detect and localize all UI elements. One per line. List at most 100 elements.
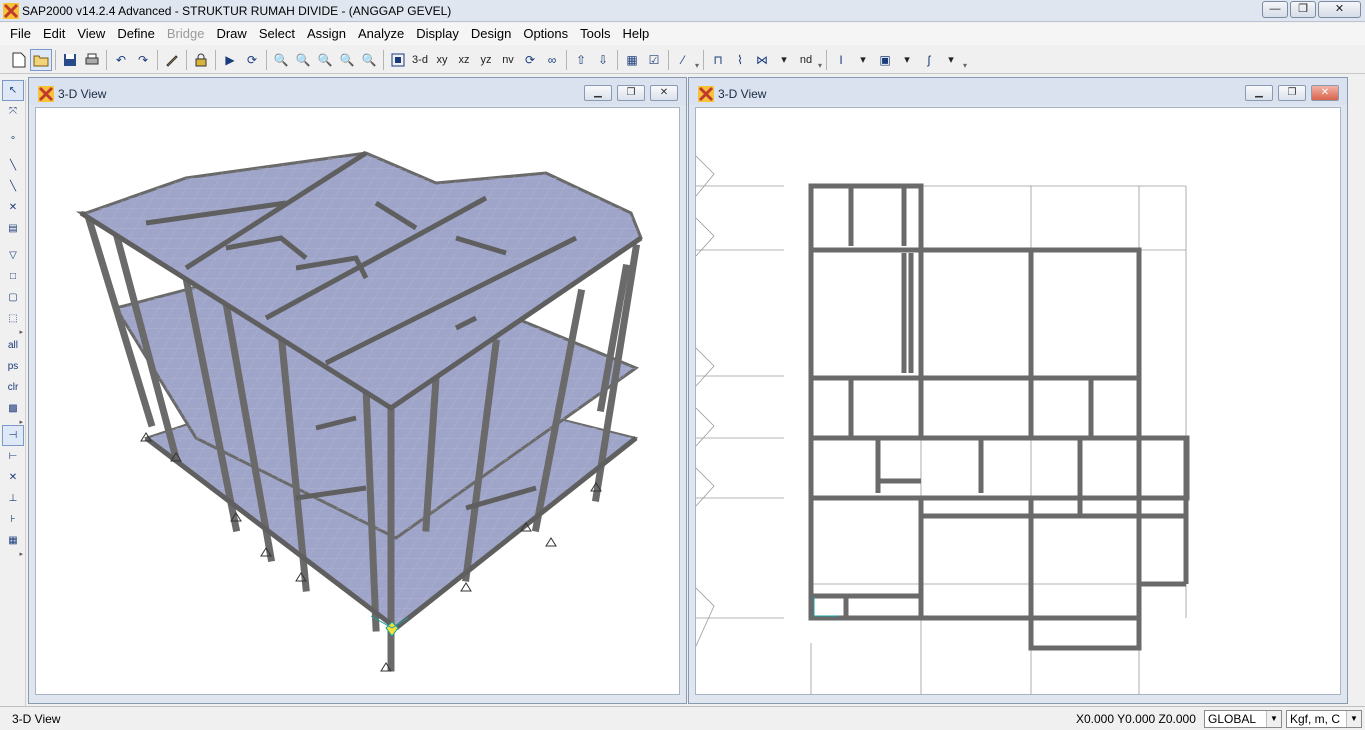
dropdown-arrow-icon[interactable]: ▾ (896, 49, 918, 71)
view-window-titlebar[interactable]: 3-D View ▁ ❐ ✕ (689, 78, 1347, 105)
check-model-icon[interactable]: ☑ (643, 49, 665, 71)
rotate-3d-icon[interactable]: ⟳ (241, 49, 263, 71)
menu-help[interactable]: Help (617, 24, 656, 44)
menu-select[interactable]: Select (253, 24, 301, 44)
dropdown-arrow-icon[interactable]: ▾ (773, 49, 795, 71)
view-window-titlebar[interactable]: 3-D View ▁ ❐ ✕ (29, 78, 686, 105)
snap-to-perpendicular-icon[interactable]: ⊥ (2, 488, 24, 509)
pencil-icon[interactable] (161, 49, 183, 71)
view-xy-button[interactable]: xy (431, 49, 453, 71)
rotate-view-icon[interactable]: ⟳ (519, 49, 541, 71)
run-analysis-icon[interactable]: ▶ (219, 49, 241, 71)
menu-options[interactable]: Options (517, 24, 574, 44)
draw-joint-icon[interactable]: ∘ (2, 128, 24, 149)
menu-assign[interactable]: Assign (301, 24, 352, 44)
zoom-previous-icon[interactable]: 🔍 (314, 49, 336, 71)
section-designer-icon[interactable]: I (830, 49, 852, 71)
toolbar-overflow-icon[interactable]: ▾ (694, 50, 700, 70)
snap-to-lines-icon[interactable]: ⊦ (2, 509, 24, 530)
toolbar-overflow-icon[interactable]: ▾ (962, 50, 968, 70)
pan-icon[interactable] (387, 49, 409, 71)
view-window-plan[interactable]: 3-D View ▁ ❐ ✕ (688, 77, 1348, 704)
undo-icon[interactable]: ↶ (110, 49, 132, 71)
quick-draw-area-icon[interactable]: ▢ (2, 287, 24, 308)
show-undeformed-icon[interactable]: ⁄ (672, 49, 694, 71)
quick-draw-secondary-beams-icon[interactable]: ▤ (2, 218, 24, 239)
menu-draw[interactable]: Draw (210, 24, 252, 44)
model-canvas-3d[interactable] (35, 107, 680, 695)
dropdown-arrow-icon[interactable]: ▾ (940, 49, 962, 71)
clear-selection-button[interactable]: clr (2, 377, 24, 398)
area-section-icon[interactable]: ▣ (874, 49, 896, 71)
open-icon[interactable] (30, 48, 52, 71)
previous-selection-button[interactable]: ps (2, 356, 24, 377)
view-nv-button[interactable]: nv (497, 49, 519, 71)
save-icon[interactable] (59, 49, 81, 71)
menu-file[interactable]: File (4, 24, 37, 44)
zoom-rubber-icon[interactable]: 🔍 (270, 49, 292, 71)
redo-icon[interactable]: ↷ (132, 49, 154, 71)
menu-bridge[interactable]: Bridge (161, 24, 211, 44)
quick-draw-frame-icon[interactable]: ╲ (2, 176, 24, 197)
frame-releases-icon[interactable]: ⌇ (729, 49, 751, 71)
view-yz-button[interactable]: yz (475, 49, 497, 71)
cursor-coordinates: X0.000 Y0.000 Z0.000 (1076, 712, 1196, 726)
view-xz-button[interactable]: xz (453, 49, 475, 71)
view-close-button[interactable]: ✕ (1311, 85, 1339, 101)
view-3d-button[interactable]: 3-d (409, 49, 431, 71)
dropdown-arrow-icon[interactable]: ▾ (852, 49, 874, 71)
move-up-icon[interactable]: ⇧ (570, 49, 592, 71)
perspective-toggle-icon[interactable]: ∞ (541, 49, 563, 71)
menu-display[interactable]: Display (410, 24, 465, 44)
snap-to-intersections-icon[interactable]: ✕ (2, 467, 24, 488)
menu-edit[interactable]: Edit (37, 24, 71, 44)
draw-solid-icon[interactable]: ⬚ (2, 308, 24, 329)
menu-view[interactable]: View (71, 24, 111, 44)
move-down-icon[interactable]: ⇩ (592, 49, 614, 71)
toolbar-overflow-icon[interactable]: ▾ (817, 50, 823, 70)
restore-full-view-icon[interactable]: 🔍 (292, 49, 314, 71)
intersecting-line-select-icon[interactable]: ▩ (2, 398, 24, 419)
show-forces-icon[interactable]: ⋈ (751, 49, 773, 71)
draw-poly-area-icon[interactable]: ▽ (2, 245, 24, 266)
view-restore-button[interactable]: ❐ (1278, 85, 1306, 101)
model-canvas-plan[interactable] (695, 107, 1341, 695)
print-icon[interactable] (81, 49, 103, 71)
view-close-button[interactable]: ✕ (650, 85, 678, 101)
units-dropdown[interactable]: Kgf, m, C ▼ (1286, 710, 1362, 728)
pointer-icon[interactable]: ↖ (2, 80, 24, 101)
app-close-button[interactable]: ✕ (1318, 1, 1361, 18)
lock-icon[interactable] (190, 49, 212, 71)
new-model-icon[interactable] (8, 49, 30, 71)
app-minimize-button[interactable]: — (1262, 1, 1288, 18)
reshape-icon[interactable]: ⤧ (2, 101, 24, 122)
menu-define[interactable]: Define (111, 24, 161, 44)
draw-frame-icon[interactable]: ╲ (2, 155, 24, 176)
set-display-options-icon[interactable]: ▦ (621, 49, 643, 71)
menu-tools[interactable]: Tools (574, 24, 616, 44)
frame-section-icon[interactable]: ⊓ (707, 49, 729, 71)
chevron-down-icon[interactable]: ▼ (1266, 711, 1281, 727)
quick-draw-braces-icon[interactable]: ✕ (2, 197, 24, 218)
app-restore-button[interactable]: ❐ (1290, 1, 1316, 18)
select-all-button[interactable]: all (2, 335, 24, 356)
view-minimize-button[interactable]: ▁ (1245, 85, 1273, 101)
view-window-3d[interactable]: 3-D View ▁ ❐ ✕ (28, 77, 687, 704)
link-properties-icon[interactable]: ʃ (918, 49, 940, 71)
chevron-down-icon[interactable]: ▼ (1346, 711, 1361, 727)
toolbar-separator (266, 49, 267, 70)
toolbar-separator (383, 49, 384, 70)
draw-rect-area-icon[interactable]: □ (2, 266, 24, 287)
snap-to-points-icon[interactable]: ⊣ (2, 425, 24, 446)
menu-analyze[interactable]: Analyze (352, 24, 410, 44)
snap-to-fine-grid-icon[interactable]: ▦ (2, 530, 24, 551)
coordinate-system-dropdown[interactable]: GLOBAL ▼ (1204, 710, 1282, 728)
view-restore-button[interactable]: ❐ (617, 85, 645, 101)
zoom-out-icon[interactable]: 🔍 (358, 49, 380, 71)
menu-design[interactable]: Design (465, 24, 517, 44)
snap-to-ends-icon[interactable]: ⊢ (2, 446, 24, 467)
view-minimize-button[interactable]: ▁ (584, 85, 612, 101)
toolbar-overflow-icon[interactable]: ▸ (2, 551, 25, 558)
nd-button[interactable]: nd (795, 49, 817, 71)
zoom-in-icon[interactable]: 🔍 (336, 49, 358, 71)
